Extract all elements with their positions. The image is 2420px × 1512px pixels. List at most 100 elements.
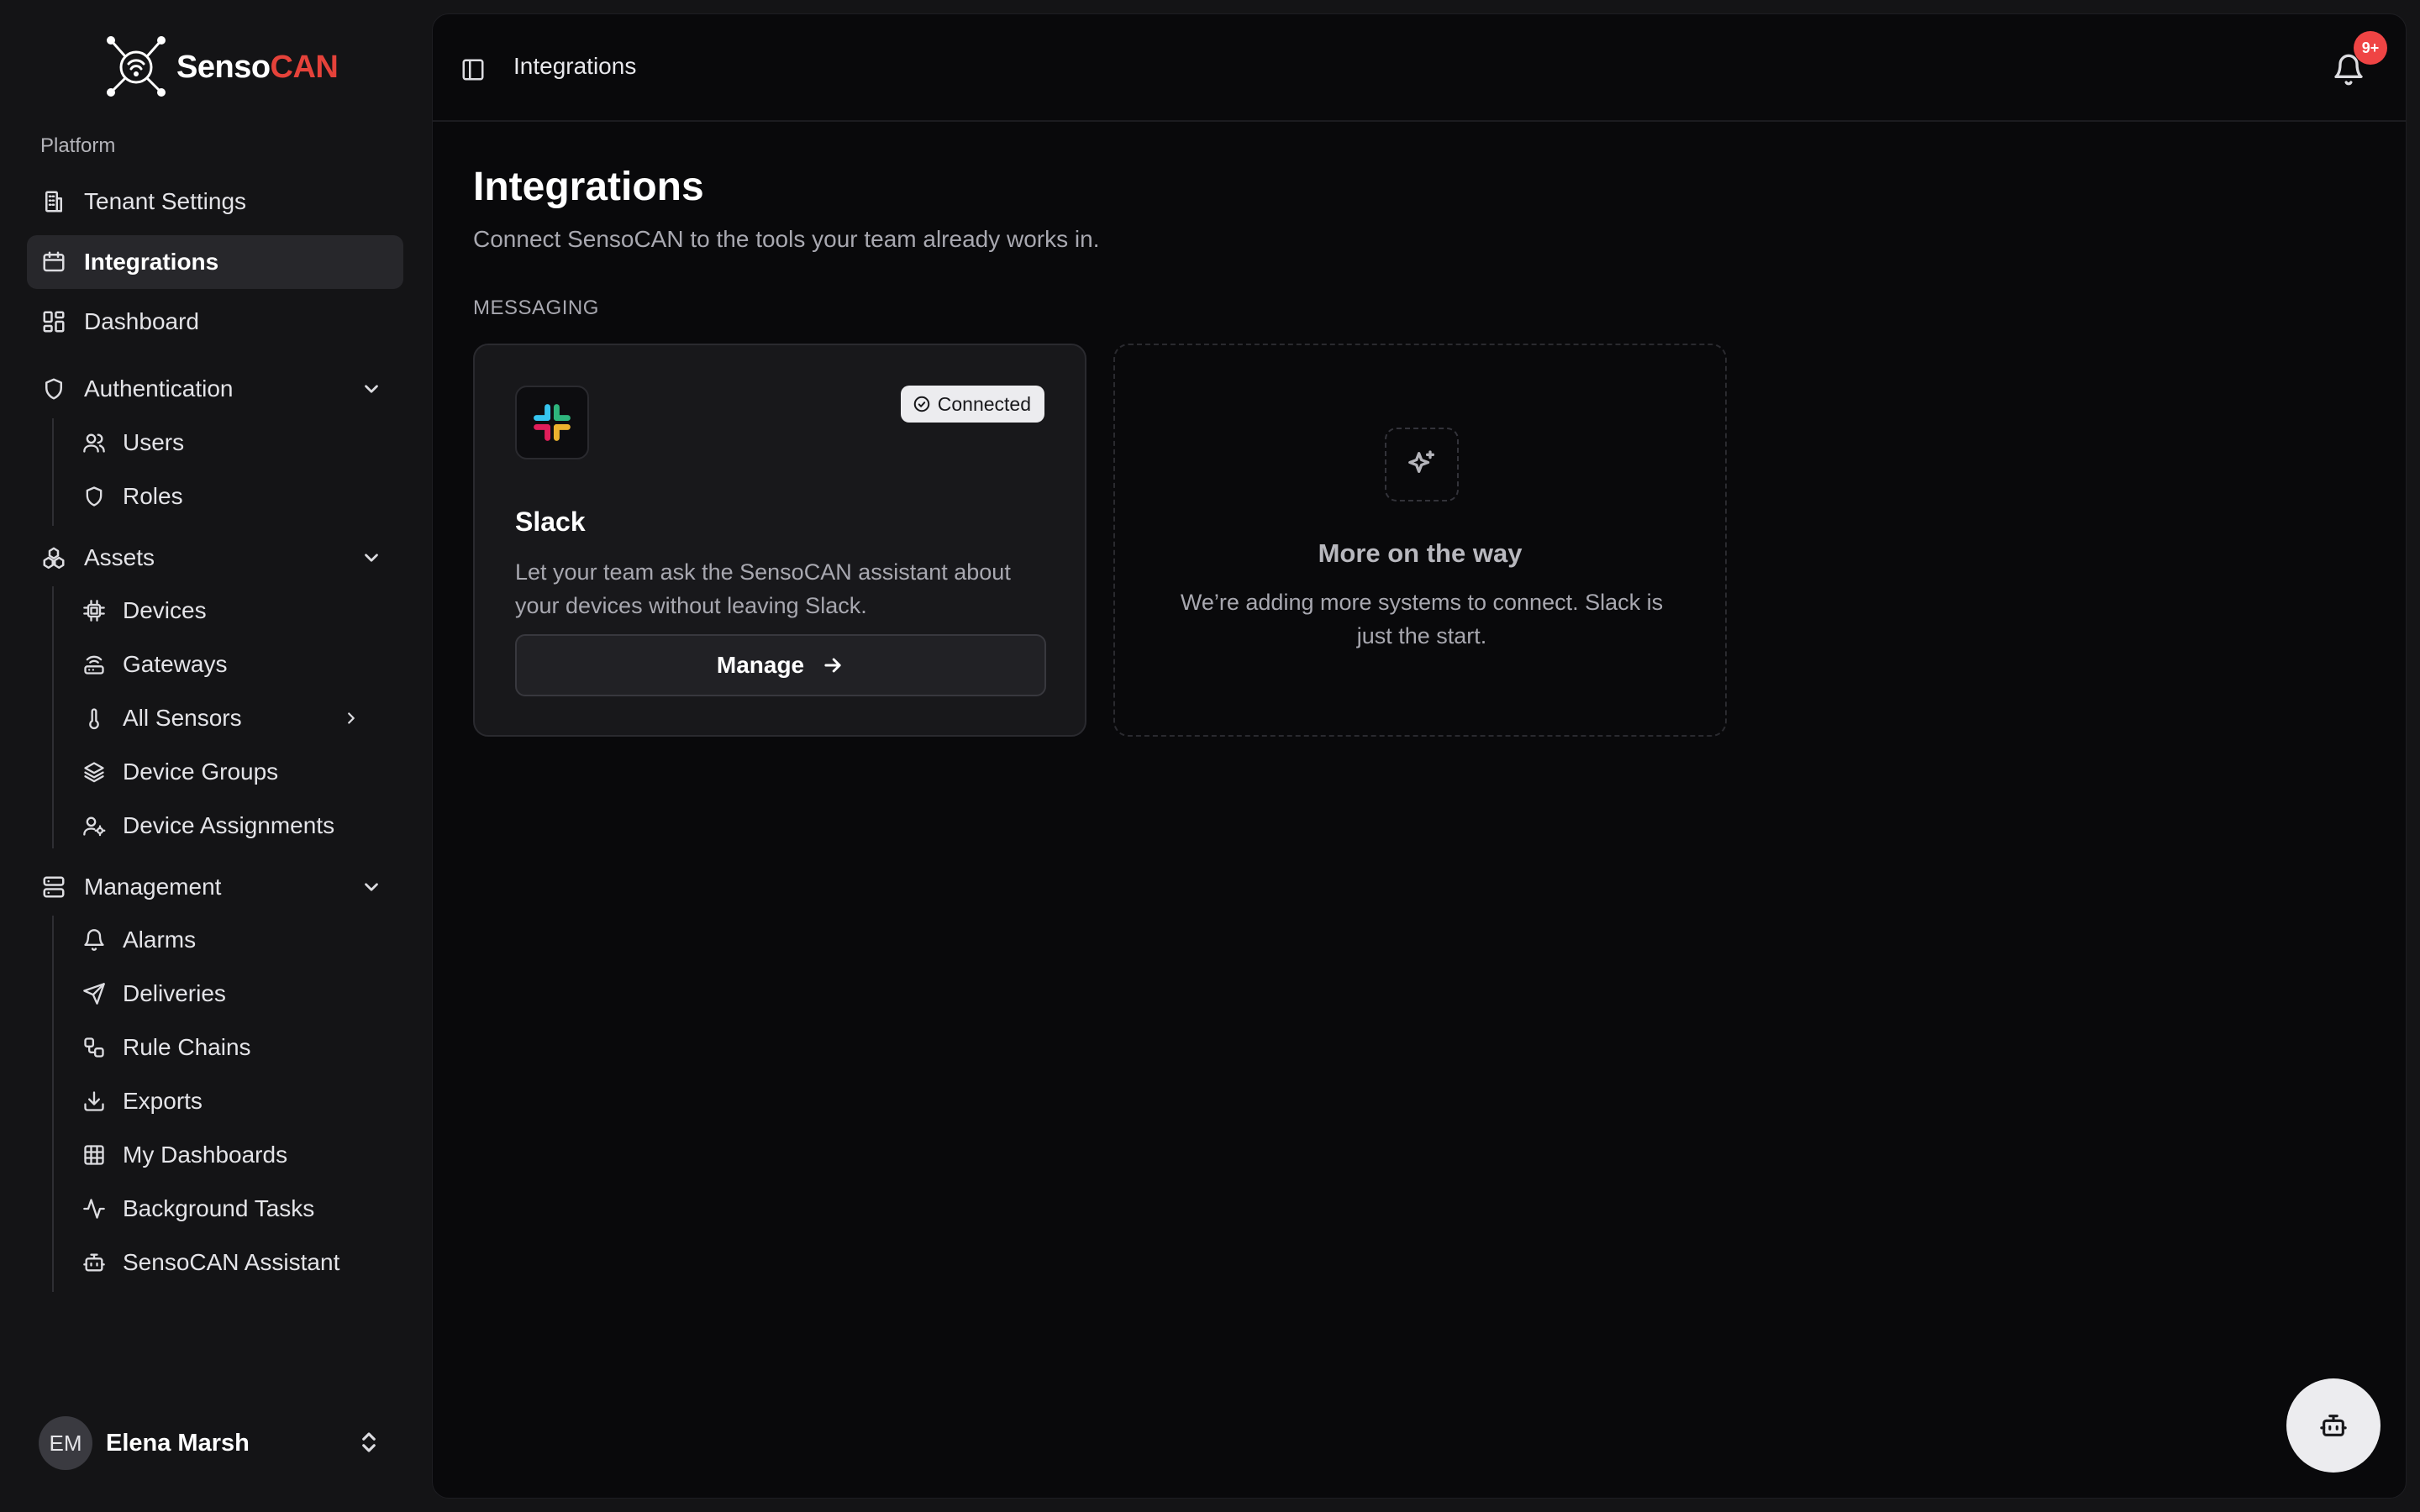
chevron-down-icon[interactable] xyxy=(358,544,385,571)
boxes-icon xyxy=(40,544,67,571)
server-icon xyxy=(40,874,67,900)
cpu-icon xyxy=(81,597,108,624)
sidebar-item-device-assignments[interactable]: Device Assignments xyxy=(71,801,400,851)
chevrons-up-down-icon xyxy=(356,1430,383,1457)
coming-soon-title: More on the way xyxy=(1318,538,1523,568)
bell-icon xyxy=(81,927,108,953)
router-icon xyxy=(81,651,108,678)
sidebar-item-exports[interactable]: Exports xyxy=(71,1076,400,1126)
shield-icon xyxy=(81,483,108,510)
sparkles-icon xyxy=(1385,428,1459,501)
sidebar-toggle-button[interactable] xyxy=(458,55,488,85)
users-icon xyxy=(81,429,108,456)
sidebar-item-rule-chains[interactable]: Rule Chains xyxy=(71,1022,400,1073)
sidebar-item-label: Tenant Settings xyxy=(84,188,247,214)
notification-badge: 9+ xyxy=(2354,31,2387,65)
sidebar-item-gateways[interactable]: Gateways xyxy=(71,639,400,690)
brand-name: SensoCAN xyxy=(176,49,339,86)
sidebar-item-deliveries[interactable]: Deliveries xyxy=(71,969,400,1019)
chevron-down-icon[interactable] xyxy=(358,874,385,900)
arrow-right-icon xyxy=(824,658,841,673)
avatar: EM xyxy=(39,1416,92,1470)
sidebar-item-tenant-settings[interactable]: Tenant Settings xyxy=(27,175,403,228)
chevron-right-icon[interactable] xyxy=(339,706,363,730)
brand-logo[interactable]: SensoCAN xyxy=(101,30,339,105)
sidebar-item-sensocan-assistant[interactable]: SensoCAN Assistant xyxy=(71,1237,400,1288)
sidebar-item-my-dashboards[interactable]: My Dashboards xyxy=(71,1130,400,1180)
layers-icon xyxy=(81,759,108,785)
status-badge-label: Connected xyxy=(937,392,1031,415)
coming-soon-card: More on the way We’re adding more system… xyxy=(1113,344,1727,737)
user-name: Elena Marsh xyxy=(106,1429,250,1457)
sidebar-item-label: My Dashboards xyxy=(123,1142,288,1168)
sidebar-item-label: Users xyxy=(123,429,185,455)
status-badge: Connected xyxy=(900,386,1044,423)
workflow-icon xyxy=(81,1034,108,1061)
sidebar-item-device-groups[interactable]: Device Groups xyxy=(71,747,400,797)
sidebar-item-label: All Sensors xyxy=(123,705,242,731)
check-circle-icon xyxy=(913,396,930,412)
nav-group-platform: Platform xyxy=(40,134,116,157)
sidebar-item-label: Assets xyxy=(84,544,155,570)
submenu-line xyxy=(52,418,54,526)
send-icon xyxy=(81,980,108,1007)
sidebar-item-integrations[interactable]: Integrations xyxy=(27,235,403,289)
slack-integration-card: Connected Slack Let your team ask the Se… xyxy=(473,344,1086,737)
bot-icon xyxy=(81,1249,108,1276)
sidebar-item-alarms[interactable]: Alarms xyxy=(71,915,400,965)
assistant-fab-button[interactable] xyxy=(2286,1378,2381,1473)
manage-button[interactable]: Manage xyxy=(515,634,1046,696)
page-subtitle: Connect SensoCAN to the tools your team … xyxy=(473,226,1100,252)
main-panel: Integrations 9+ Integrations Connect Sen… xyxy=(432,13,2407,1499)
sidebar-item-label: Roles xyxy=(123,483,183,509)
chevron-down-icon[interactable] xyxy=(358,375,385,402)
page-title: Integrations xyxy=(473,165,704,209)
sidebar-item-dashboard[interactable]: Dashboard xyxy=(27,295,403,349)
sidebar-item-users[interactable]: Users xyxy=(71,417,400,468)
brand-name-part1: Senso xyxy=(176,49,271,85)
bot-icon xyxy=(2320,1415,2347,1436)
submenu-line xyxy=(52,586,54,848)
download-icon xyxy=(81,1088,108,1115)
coming-soon-description: We’re adding more systems to connect. Sl… xyxy=(1180,590,1664,648)
sidebar-item-label: Rule Chains xyxy=(123,1034,251,1060)
shield-icon xyxy=(40,375,67,402)
breadcrumb: Integrations xyxy=(513,53,637,79)
sidebar-item-devices[interactable]: Devices xyxy=(71,585,400,636)
sidebar-item-management[interactable]: Management xyxy=(27,860,403,914)
topbar: Integrations 9+ xyxy=(433,14,2406,122)
sidebar-item-assets[interactable]: Assets xyxy=(27,531,403,585)
sidebar-item-label: Exports xyxy=(123,1088,203,1114)
sidebar-item-label: Dashboard xyxy=(84,308,199,334)
sidebar-item-label: Background Tasks xyxy=(123,1195,315,1221)
sidebar-item-label: Authentication xyxy=(84,375,234,402)
app-root: SensoCAN Platform Tenant Settings Integr… xyxy=(0,0,2420,1512)
sidebar-item-roles[interactable]: Roles xyxy=(71,471,400,522)
sidebar-item-label: Gateways xyxy=(123,651,228,677)
sidebar: SensoCAN Platform Tenant Settings Integr… xyxy=(0,0,429,1512)
user-cog-icon xyxy=(81,812,108,839)
sidebar-item-label: Deliveries xyxy=(123,980,226,1006)
activity-icon xyxy=(81,1195,108,1222)
sidebar-item-background-tasks[interactable]: Background Tasks xyxy=(71,1184,400,1234)
sidebar-item-authentication[interactable]: Authentication xyxy=(27,362,403,416)
dashboard-grid-icon xyxy=(40,308,67,335)
slack-icon xyxy=(515,386,589,459)
submenu-line xyxy=(52,916,54,1292)
sidebar-item-label: Management xyxy=(84,874,222,900)
sidebar-item-label: Device Groups xyxy=(123,759,279,785)
sidebar-item-label: Device Assignments xyxy=(123,812,335,838)
card-title: Slack xyxy=(515,507,586,537)
card-description: Let your team ask the SensoCAN assistant… xyxy=(515,559,1011,618)
calendar-icon xyxy=(40,249,67,276)
sidebar-item-label: SensoCAN Assistant xyxy=(123,1249,340,1275)
brand-name-part2: CAN xyxy=(270,49,339,85)
sidebar-item-all-sensors[interactable]: All Sensors xyxy=(71,693,400,743)
logo-mark-icon xyxy=(101,30,171,105)
panel-left-icon xyxy=(462,59,484,81)
grid-icon xyxy=(81,1142,108,1168)
sidebar-item-label: Integrations xyxy=(84,249,219,275)
user-menu[interactable]: EM Elena Marsh xyxy=(27,1413,403,1473)
section-label: MESSAGING xyxy=(473,297,599,319)
manage-button-label: Manage xyxy=(716,652,805,678)
